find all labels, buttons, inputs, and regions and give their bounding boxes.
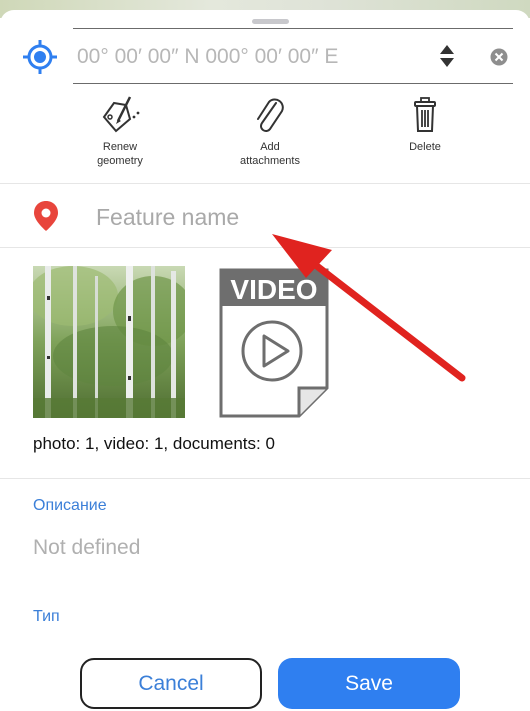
sheet-grabber[interactable] <box>252 19 289 24</box>
description-value[interactable]: Not defined <box>33 536 140 560</box>
renew-geometry-label: Renew geometry <box>97 141 143 167</box>
add-attachments-label: Add attachments <box>240 141 300 167</box>
delete-label: Delete <box>409 141 441 153</box>
coordinates-input[interactable] <box>77 44 407 70</box>
video-attachment-thumbnail[interactable]: VIDEO <box>217 266 331 418</box>
map-pin-icon <box>34 201 58 231</box>
photo-attachment-thumbnail[interactable] <box>33 266 185 418</box>
add-attachments-button[interactable]: Add attachments <box>220 93 320 168</box>
feature-name-row <box>0 190 530 244</box>
up-down-icon[interactable] <box>438 42 456 70</box>
cancel-button[interactable]: Cancel <box>80 658 262 709</box>
action-bar: Cancel Save <box>0 640 530 711</box>
attachments-summary: photo: 1, video: 1, documents: 0 <box>33 434 275 453</box>
polygon-edit-icon <box>102 96 140 133</box>
delete-button[interactable]: Delete <box>375 93 475 154</box>
paperclip-icon <box>257 98 284 132</box>
feature-name-input[interactable] <box>96 202 476 232</box>
locate-icon[interactable] <box>22 39 58 75</box>
forest-photo <box>33 266 185 418</box>
divider <box>0 247 530 248</box>
divider <box>0 478 530 479</box>
clear-icon[interactable] <box>490 48 508 66</box>
feature-toolbar: Renew geometry Add attachments Delete <box>0 93 530 177</box>
coordinates-field <box>73 28 513 84</box>
divider <box>0 183 530 184</box>
video-badge: VIDEO <box>230 274 317 305</box>
trash-icon <box>414 97 436 132</box>
save-button[interactable]: Save <box>278 658 460 709</box>
coordinates-row <box>0 28 530 84</box>
type-label: Тип <box>33 608 60 625</box>
description-label: Описание <box>33 497 107 514</box>
renew-geometry-button[interactable]: Renew geometry <box>70 93 170 168</box>
